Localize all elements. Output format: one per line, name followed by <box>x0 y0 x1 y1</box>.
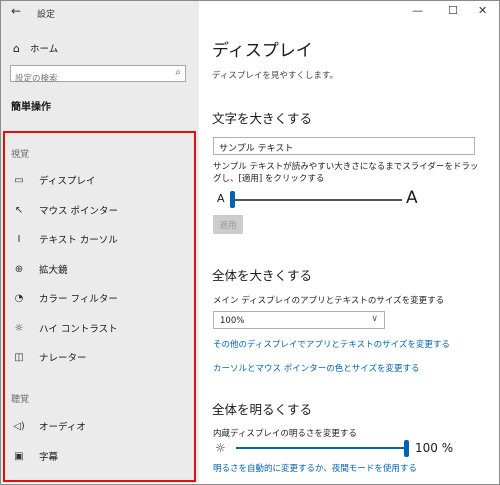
sample-text-box: サンプル テキスト <box>213 137 475 155</box>
close-button[interactable]: ✕ <box>478 4 487 17</box>
minimize-button[interactable]: — <box>412 4 423 17</box>
scale-label: メイン ディスプレイのアプリとテキストのサイズを変更する <box>213 296 445 306</box>
sidebar: ← 設定 ⌂ ホーム ⌕ 簡単操作 視覚 ▭ ディスプレイ ↖ マウス ポインタ… <box>1 1 199 483</box>
brightness-slider-thumb[interactable] <box>404 440 409 457</box>
page-subtitle: ディスプレイを見やすくします。 <box>212 71 339 81</box>
search-box: ⌕ <box>10 65 186 87</box>
night-mode-link[interactable]: 明るさを自動的に変更するか、夜間モードを使用する <box>213 462 417 474</box>
section-heading: 簡単操作 <box>11 102 51 113</box>
section-heading-brightness: 全体を明るくする <box>212 402 313 417</box>
other-display-link[interactable]: その他のディスプレイでアプリとテキストのサイズを変更する <box>213 338 450 350</box>
brightness-icon: ☼ <box>215 441 226 455</box>
sidebar-item-label: ホーム <box>29 44 59 55</box>
chevron-down-icon: ∨ <box>371 314 378 324</box>
slider-max-label: A <box>406 188 418 208</box>
search-input[interactable] <box>11 71 169 87</box>
section-heading-everything-bigger: 全体を大きくする <box>212 268 313 283</box>
text-size-slider-thumb[interactable] <box>230 191 235 208</box>
search-icon[interactable]: ⌕ <box>175 67 181 78</box>
slider-min-label: A <box>217 192 225 205</box>
text-size-slider-track[interactable] <box>232 199 402 201</box>
text-size-description: サンプル テキストが読みやすい大きさになるまでスライダーをドラッグし、[適用] … <box>213 162 479 184</box>
brightness-label: 内蔵ディスプレイの明るさを変更する <box>213 429 357 439</box>
brightness-value: 100 % <box>415 441 454 455</box>
brightness-slider-track[interactable] <box>236 447 406 449</box>
maximize-button[interactable]: ☐ <box>448 4 458 17</box>
home-icon: ⌂ <box>13 41 20 55</box>
cursor-pointer-link[interactable]: カーソルとマウス ポインターの色とサイズを変更する <box>213 362 419 374</box>
app-title: 設定 <box>37 10 56 20</box>
section-heading-text-size: 文字を大きくする <box>212 111 313 126</box>
sidebar-item-home[interactable]: ⌂ ホーム <box>13 41 59 56</box>
scale-dropdown[interactable]: 100% ∨ <box>213 311 385 329</box>
page-title: ディスプレイ <box>212 41 313 61</box>
highlight-box <box>3 131 196 482</box>
scale-dropdown-value: 100% <box>220 316 245 326</box>
apply-button[interactable]: 適用 <box>213 215 243 234</box>
arrow-left-icon[interactable]: ← <box>11 4 21 18</box>
